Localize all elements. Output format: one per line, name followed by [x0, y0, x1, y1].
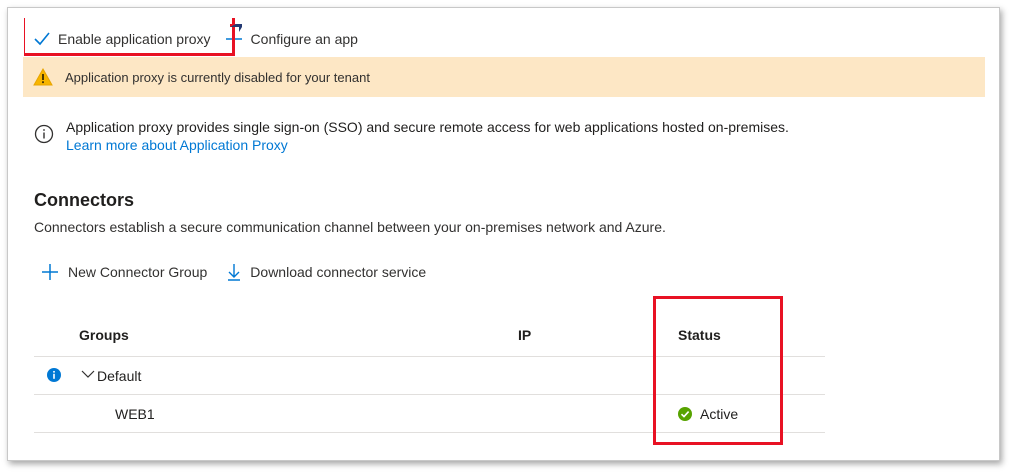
info-text: Application proxy provides single sign-o…	[66, 119, 789, 135]
command-toolbar: Enable application proxy Configure an ap…	[24, 22, 358, 56]
connectors-table: Groups IP Status Default WEB1 Active	[34, 314, 825, 433]
pointer-marker	[230, 24, 242, 32]
info-icon	[34, 124, 54, 144]
new-connector-group-button[interactable]: New Connector Group	[41, 263, 207, 281]
info-filled-icon[interactable]	[47, 368, 61, 382]
status-text: Active	[700, 405, 739, 422]
enable-application-proxy-button[interactable]: Enable application proxy	[24, 22, 219, 56]
download-icon	[228, 264, 241, 281]
status-column-header[interactable]: Status	[678, 327, 721, 343]
configure-app-label: Configure an app	[250, 31, 358, 47]
chevron-down-icon[interactable]	[81, 369, 95, 379]
new-connector-group-label: New Connector Group	[68, 264, 208, 280]
group-name: Default	[97, 367, 142, 384]
download-connector-button[interactable]: Download connector service	[227, 263, 426, 281]
download-connector-label: Download connector service	[250, 264, 427, 280]
connectors-description: Connectors establish a secure communicat…	[34, 219, 666, 235]
connectors-title: Connectors	[34, 190, 135, 210]
warning-text: Application proxy is currently disabled …	[65, 69, 370, 85]
configure-app-button[interactable]: Configure an app	[225, 22, 358, 56]
connector-name: WEB1	[115, 405, 155, 422]
connector-status: Active	[678, 406, 738, 422]
plus-icon	[225, 31, 242, 47]
ip-column-header[interactable]: IP	[518, 327, 531, 343]
warning-icon	[33, 68, 53, 86]
app-frame: Enable application proxy Configure an ap…	[7, 7, 1000, 461]
group-row-default[interactable]: Default	[34, 357, 825, 395]
connectors-commandbar: New Connector Group Download connector s…	[41, 263, 446, 281]
table-header-row: Groups IP Status	[34, 314, 825, 357]
check-circle-icon	[678, 406, 692, 421]
checkmark-icon	[34, 32, 50, 46]
warning-banner: Application proxy is currently disabled …	[23, 57, 985, 97]
plus-icon	[42, 264, 58, 280]
table-row[interactable]: WEB1 Active	[34, 395, 825, 433]
groups-column-header[interactable]: Groups	[79, 327, 129, 343]
learn-more-link[interactable]: Learn more about Application Proxy	[66, 136, 789, 154]
info-message: Application proxy provides single sign-o…	[34, 118, 974, 154]
enable-application-proxy-label: Enable application proxy	[58, 31, 211, 47]
